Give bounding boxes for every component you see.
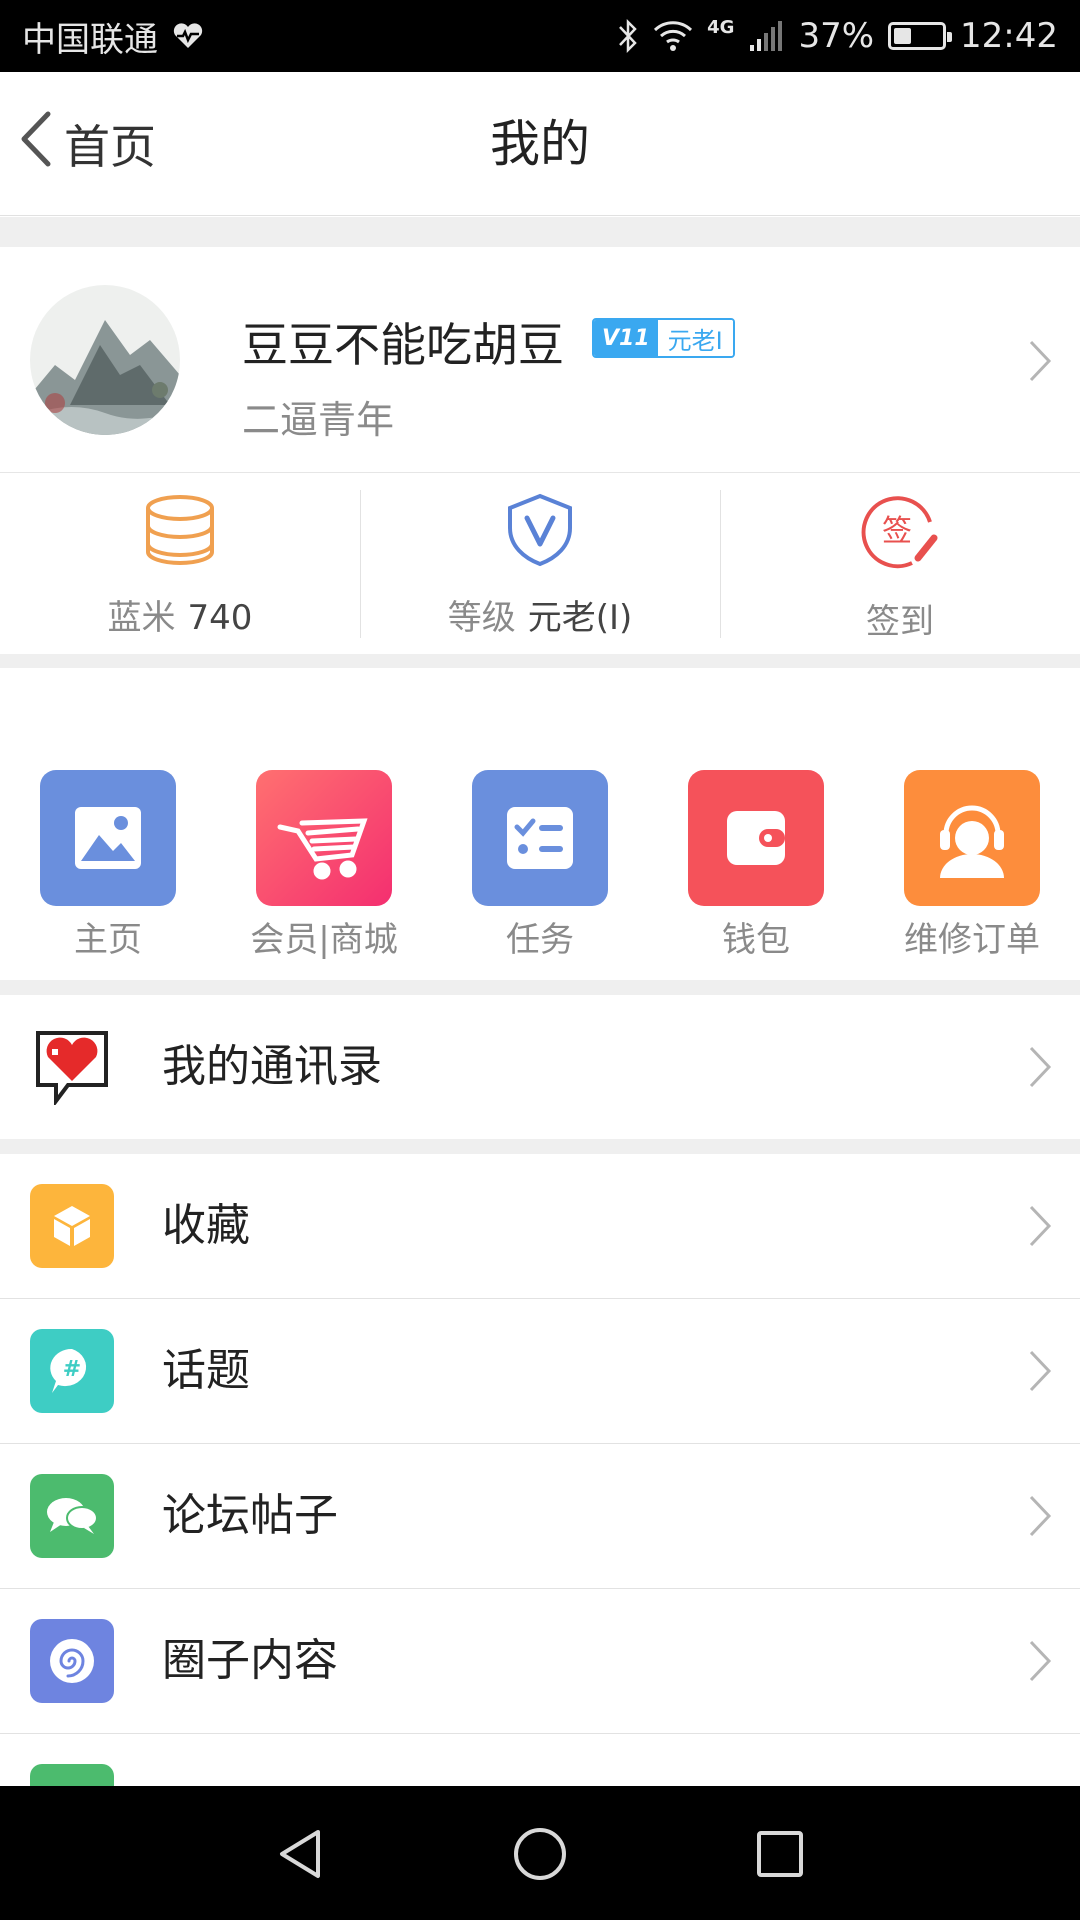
heart-bubble-icon (30, 1025, 114, 1109)
coins-icon (142, 492, 218, 572)
chat-bubbles-icon (30, 1474, 114, 1558)
svg-text:签: 签 (882, 514, 912, 549)
chevron-right-icon (1028, 1639, 1052, 1687)
list-item-partial[interactable] (0, 1734, 1080, 1786)
list-item-topics[interactable]: # 话题 (0, 1299, 1080, 1443)
level-badge: V11 元老I (592, 318, 735, 358)
nav-recents-button[interactable] (740, 1816, 820, 1896)
chevron-right-icon (1028, 1045, 1052, 1093)
shield-v-icon (502, 492, 578, 572)
stat-level[interactable]: 等级 元老(I) (360, 474, 720, 654)
quick-links: 主页 会员|商城 任务 钱包 维修订单 (0, 668, 1080, 980)
quick-link-label: 钱包 (722, 920, 790, 960)
quick-link-shop[interactable]: 会员|商城 (216, 770, 432, 961)
chevron-left-icon (18, 110, 52, 179)
list-item-contacts[interactable]: 我的通讯录 (0, 995, 1080, 1139)
stat-coins[interactable]: 蓝米 740 (0, 474, 360, 654)
wallet-icon (688, 770, 824, 906)
badge-level-icon: V11 (594, 320, 658, 356)
stat-signin[interactable]: 签 签到 (720, 474, 1080, 654)
chevron-right-icon (1028, 1349, 1052, 1397)
box-icon (30, 1184, 114, 1268)
stat-value: 740 (187, 598, 253, 638)
list-icon (30, 1764, 114, 1786)
quick-link-label: 任务 (506, 920, 574, 960)
list-item-label: 论坛帖子 (162, 1490, 338, 1541)
chevron-right-icon (1028, 1204, 1052, 1252)
cart-icon (256, 770, 392, 906)
list-item-favorites[interactable]: 收藏 (0, 1154, 1080, 1298)
page-title: 我的 (490, 115, 590, 173)
stats-row: 蓝米 740 等级 元老(I) 签 签到 (0, 474, 1080, 654)
app-header: 首页 我的 (0, 72, 1080, 216)
list-item-circle-content[interactable]: 圈子内容 (0, 1589, 1080, 1733)
username: 豆豆不能吃胡豆 (242, 318, 564, 372)
health-heart-icon (172, 22, 204, 50)
section-gap (0, 217, 1080, 247)
list-item-label: 收藏 (162, 1200, 250, 1251)
triangle-back-icon (272, 1826, 328, 1886)
quick-link-label: 主页 (74, 920, 142, 960)
section-gap (0, 980, 1080, 995)
nav-back-button[interactable] (260, 1816, 340, 1896)
list-item-label: 话题 (162, 1345, 250, 1396)
system-nav-bar (0, 1786, 1080, 1920)
list-item-forum-posts[interactable]: 论坛帖子 (0, 1444, 1080, 1588)
square-recents-icon (755, 1829, 805, 1883)
chevron-right-icon (1028, 339, 1052, 387)
back-button[interactable]: 首页 (18, 72, 156, 216)
image-icon (40, 770, 176, 906)
task-list-icon (472, 770, 608, 906)
avatar[interactable] (30, 285, 180, 435)
profile-card[interactable]: 豆豆不能吃胡豆 V11 元老I 二逼青年 (0, 247, 1080, 473)
carrier-name: 中国联通 (22, 19, 158, 60)
network-type: 4G (707, 16, 735, 38)
badge-text: 元老I (657, 320, 733, 356)
battery-percent: 37% (798, 16, 875, 56)
user-title: 二逼青年 (242, 398, 395, 442)
hashtag-bubble-icon: # (30, 1329, 114, 1413)
headset-person-icon (904, 770, 1040, 906)
section-gap (0, 1139, 1080, 1154)
stat-label: 等级 (447, 598, 516, 638)
stat-value: 元老(I) (527, 598, 633, 638)
quick-link-label: 会员|商城 (250, 920, 398, 960)
nav-home-button[interactable] (500, 1816, 580, 1896)
clock: 12:42 (960, 16, 1058, 56)
quick-link-homepage[interactable]: 主页 (0, 770, 216, 961)
quick-link-label: 维修订单 (904, 920, 1040, 960)
sign-in-icon: 签 (860, 492, 940, 576)
quick-link-wallet[interactable]: 钱包 (648, 770, 864, 961)
back-label: 首页 (64, 120, 156, 174)
spiral-icon (30, 1619, 114, 1703)
svg-text:#: # (63, 1357, 81, 1382)
stat-label: 签到 (866, 602, 934, 642)
battery-icon (888, 22, 953, 50)
stat-label: 蓝米 (107, 598, 176, 638)
wifi-icon (653, 20, 693, 52)
bluetooth-icon (617, 18, 639, 54)
circle-home-icon (512, 1826, 568, 1886)
status-bar: 中国联通 4G 37% 12:42 (0, 0, 1080, 72)
section-gap (0, 654, 1080, 668)
list-item-label: 圈子内容 (162, 1635, 338, 1686)
quick-link-repair-orders[interactable]: 维修订单 (864, 770, 1080, 961)
list-item-label: 我的通讯录 (162, 1041, 382, 1092)
quick-link-tasks[interactable]: 任务 (432, 770, 648, 961)
chevron-right-icon (1028, 1494, 1052, 1542)
signal-icon (748, 19, 784, 53)
